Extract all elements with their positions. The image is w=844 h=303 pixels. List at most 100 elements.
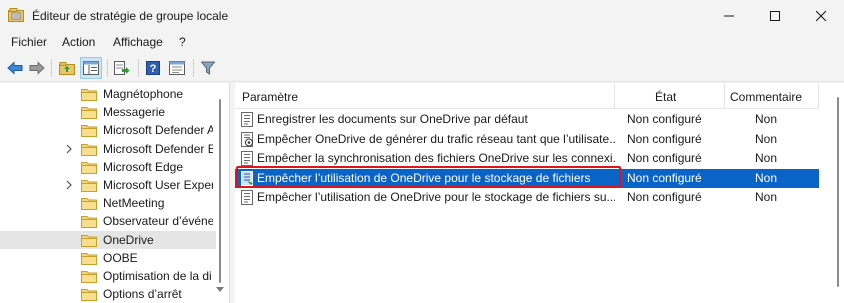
properties-button[interactable] [166,57,188,79]
folder-icon [81,216,97,229]
export-list-icon [114,61,130,75]
filter-icon [201,61,215,75]
minimize-button[interactable] [706,0,752,32]
menu-affichage[interactable]: Affichage [113,35,163,49]
chevron-right-icon[interactable] [64,179,74,191]
setting-name: Empêcher l’utilisation de OneDrive pour … [257,170,591,185]
toolbar-separator [193,59,194,77]
column-header-label: État [655,90,677,104]
policy-setting-icon [241,170,253,186]
setting-state: Non configuré [627,151,702,165]
svg-text:?: ? [150,63,157,75]
window-title: Éditeur de stratégie de groupe locale [32,9,229,23]
folder-icon [81,289,97,302]
tree-item[interactable]: Observateur d’événe [0,212,216,230]
folder-icon [81,198,97,211]
close-button[interactable] [798,0,844,32]
tree-item[interactable]: OneDrive [0,230,216,249]
tree-item-label: Messagerie [103,105,166,120]
tree-item[interactable]: Microsoft Defender A [0,121,216,139]
tree-item-label: Microsoft User Exper [103,178,213,192]
setting-name: Enregistrer les documents sur OneDrive p… [257,112,528,126]
tree-item-label: Optimisation de la di [103,269,212,283]
show-hide-tree-button[interactable] [80,57,102,79]
folder-icon [81,161,97,174]
folder-icon [81,107,97,120]
tree-pane[interactable]: Magnétophone Messagerie Microsoft Defender… [0,83,230,303]
tree-item[interactable]: Microsoft Defender E [0,140,216,158]
toolbar-separator [138,59,139,77]
up-folder-icon [59,62,75,75]
setting-row[interactable]: Empêcher l’utilisation de OneDrive pour … [235,188,819,207]
setting-row[interactable]: Empêcher OneDrive de générer du trafic r… [235,130,819,149]
tree-item-label: Options d’arrêt [103,287,182,302]
folder-icon [81,125,97,138]
setting-state: Non configuré [627,112,702,126]
column-header-commentaire[interactable]: Commentaire [725,83,819,109]
tree-item[interactable]: OOBE [0,249,216,267]
tree-item-label: Observateur d’événe [103,214,213,229]
setting-row[interactable]: Enregistrer les documents sur OneDrive p… [235,110,819,129]
tree-item-label: Microsoft Edge [103,159,184,174]
setting-name: Empêcher la synchronisation des fichiers… [257,151,615,165]
properties-icon [169,61,185,75]
tree-item[interactable]: Microsoft User Exper [0,176,216,194]
menu-bar: Fichier Action Affichage ? [0,32,844,54]
folder-icon [81,271,97,283]
close-icon [816,11,826,21]
toolbar: ? [0,54,844,82]
toolbar-separator [107,59,108,77]
export-list-button[interactable] [111,57,133,79]
setting-row[interactable]: Empêcher la synchronisation des fichiers… [235,149,819,168]
menu-action[interactable]: Action [62,35,95,49]
settings-list-pane: Paramètre État Commentaire Enregistrer l… [235,83,844,303]
tree-item[interactable]: NetMeeting [0,194,216,212]
scrollbar-thumb[interactable] [837,97,839,287]
policy-setting-icon [241,112,253,127]
forward-button[interactable] [26,57,48,79]
scrollbar-thumb[interactable] [219,99,221,283]
setting-comment: Non [755,131,778,146]
setting-name: Empêcher OneDrive de générer du trafic r… [257,131,615,146]
minimize-icon [724,15,734,17]
help-icon: ? [146,61,160,75]
column-header-label: Commentaire [730,90,803,104]
folder-icon [81,180,97,192]
tree-scrollbar[interactable] [214,83,226,303]
setting-state: Non configuré [627,131,702,146]
scroll-down-icon[interactable] [216,287,224,293]
up-folder-button[interactable] [56,57,78,79]
help-button[interactable]: ? [142,57,164,79]
app-icon [8,8,24,22]
tree-item-label: OneDrive [103,232,154,247]
tree-item-label: OOBE [103,250,138,265]
chevron-right-icon[interactable] [64,143,74,155]
back-button[interactable] [4,57,26,79]
tree-item[interactable]: Options d’arrêt [0,285,216,303]
menu-help[interactable]: ? [179,35,186,49]
tree-item[interactable]: Microsoft Edge [0,158,216,176]
tree-item[interactable]: Magnétophone [0,85,216,103]
setting-state: Non configuré [627,190,702,204]
setting-row-selected[interactable]: Empêcher l’utilisation de OneDrive pour … [235,168,819,188]
policy-setting-network-icon [241,131,253,147]
setting-comment: Non [755,151,778,165]
tree-item[interactable]: Messagerie [0,103,216,121]
list-scrollbar[interactable] [833,83,844,303]
tree-item-label: Microsoft Defender E [103,141,213,156]
maximize-button[interactable] [752,0,798,32]
setting-state: Non configuré [627,170,702,185]
title-bar: Éditeur de stratégie de groupe locale [0,0,844,32]
column-header-etat[interactable]: État [615,83,725,109]
back-icon [7,61,23,75]
filter-button[interactable] [197,57,219,79]
toolbar-separator [51,59,52,77]
menu-fichier[interactable]: Fichier [11,35,47,49]
tree-item-label: Magnétophone [103,87,184,101]
tree-item[interactable]: Optimisation de la di [0,267,216,285]
column-header-parametre[interactable]: Paramètre [235,83,615,109]
setting-name: Empêcher l’utilisation de OneDrive pour … [257,190,615,204]
folder-icon [81,252,97,265]
tree-item-label: Microsoft Defender A [103,123,213,138]
maximize-icon [770,11,780,21]
